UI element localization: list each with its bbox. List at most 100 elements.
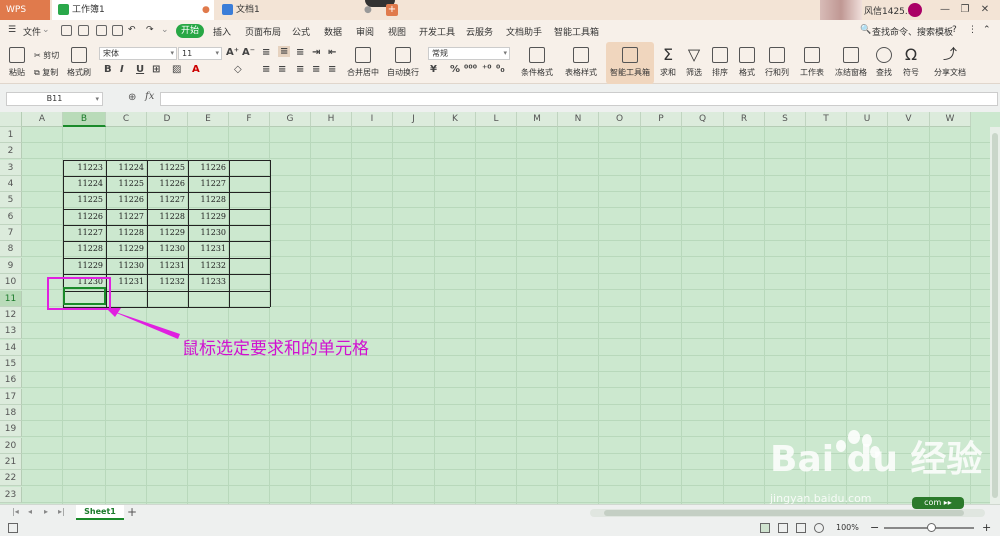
rows-cols-button[interactable]: 行和列 (762, 42, 792, 84)
menu-developer[interactable]: 开发工具 (419, 25, 455, 38)
next-sheet-icon[interactable]: ▸ (44, 507, 48, 516)
print-preview-icon[interactable] (112, 25, 123, 36)
eye-protection-icon[interactable] (814, 523, 824, 533)
symbol-button[interactable]: Ω 符号 (898, 42, 924, 84)
last-sheet-icon[interactable]: ▸| (58, 507, 65, 516)
vertical-scrollbar[interactable] (990, 127, 1000, 504)
decrease-font-icon[interactable]: A⁻ (242, 47, 255, 58)
copy-button[interactable]: ⧉ 复制 (34, 67, 58, 78)
menu-file[interactable]: 文件 (23, 25, 41, 38)
menu-view[interactable]: 视图 (388, 25, 406, 38)
smart-toolbox-button[interactable]: 智能工具箱 (606, 42, 654, 84)
add-sheet-button[interactable]: + (127, 505, 137, 519)
zoom-level[interactable]: 100% (836, 523, 859, 532)
font-color-icon[interactable]: A (192, 64, 200, 75)
fx-icon[interactable]: fx (145, 91, 154, 102)
align-left-icon[interactable]: ≡ (262, 64, 270, 75)
zoom-slider-knob[interactable] (927, 523, 936, 532)
font-size-select[interactable]: 11 ▾ (178, 47, 222, 60)
macro-icon[interactable] (8, 523, 18, 533)
menu-smart-toolbox[interactable]: 智能工具箱 (554, 25, 599, 38)
decrease-decimal-icon[interactable]: ⁰₀ (496, 64, 505, 75)
fill-color-icon[interactable]: ▨ (172, 64, 181, 75)
new-tab-button[interactable]: + (386, 4, 398, 16)
freeze-panes-button[interactable]: 冻结窗格 (832, 42, 870, 84)
menu-data[interactable]: 数据 (324, 25, 342, 38)
align-middle-icon[interactable]: ≡ (278, 46, 291, 57)
first-sheet-icon[interactable]: |◂ (12, 507, 19, 516)
chevron-down-icon[interactable]: ⌄ (42, 25, 50, 35)
hamburger-icon[interactable]: ☰ (8, 25, 16, 35)
sort-button[interactable]: 排序 (708, 42, 732, 84)
menu-formula[interactable]: 公式 (292, 25, 310, 38)
conditional-format-button[interactable]: 条件格式 (516, 42, 558, 84)
align-top-icon[interactable]: ≡ (262, 47, 270, 58)
sum-button[interactable]: Σ 求和 (656, 42, 680, 84)
outdent-icon[interactable]: ⇤ (328, 47, 336, 58)
collapse-ribbon-icon[interactable]: ⌃ (983, 25, 991, 35)
paste-button[interactable]: 粘贴 (4, 42, 30, 84)
help-icon[interactable]: ? (952, 25, 957, 35)
auto-wrap-button[interactable]: 自动换行 (386, 42, 420, 84)
border-icon[interactable]: ⊞ (152, 64, 160, 75)
table-style-button[interactable]: 表格样式 (560, 42, 602, 84)
font-name-select[interactable]: 宋体 ▾ (99, 47, 177, 60)
distributed-icon[interactable]: ≡ (328, 64, 336, 75)
redo-icon[interactable]: ↷ (146, 25, 154, 35)
worksheet-button[interactable]: 工作表 (796, 42, 828, 84)
cut-button[interactable]: ✂ 剪切 (34, 50, 59, 61)
thousands-icon[interactable]: ⁰⁰⁰ (464, 64, 477, 75)
indent-icon[interactable]: ⇥ (312, 47, 320, 58)
clear-icon[interactable]: ◇ (234, 64, 242, 75)
sheet-tab-sheet1[interactable]: Sheet1 (76, 505, 124, 520)
zoom-in-button[interactable]: + (982, 521, 991, 534)
zoom-out-button[interactable]: − (870, 521, 879, 534)
prev-sheet-icon[interactable]: ◂ (28, 507, 32, 516)
zoom-lens-icon[interactable]: ⊕ (128, 92, 136, 103)
currency-icon[interactable]: ¥ (430, 64, 437, 75)
formula-input[interactable] (160, 92, 998, 106)
search-icon[interactable]: 🔍 (860, 25, 871, 35)
menu-page-layout[interactable]: 页面布局 (245, 25, 281, 38)
menu-review[interactable]: 审阅 (356, 25, 374, 38)
align-bottom-icon[interactable]: ≡ (296, 47, 304, 58)
share-button[interactable]: ⤴ 分享文档 (930, 42, 970, 84)
minimize-icon[interactable]: — (938, 4, 952, 16)
tab-document[interactable]: 文档1 ● (216, 0, 376, 20)
command-search[interactable]: 查找命令、搜索模板 (872, 25, 953, 38)
format-button[interactable]: 格式 (734, 42, 760, 84)
horizontal-scrollbar[interactable] (590, 509, 985, 517)
italic-button[interactable]: I (120, 64, 124, 75)
page-layout-view-icon[interactable] (778, 523, 788, 533)
spreadsheet-grid[interactable]: ABCDEFGHIJKLMNOPQRSTUVW 1 2 3 4 5 6 7 8 9 10 11 12 1… (0, 112, 1000, 504)
restore-icon[interactable]: ❐ (958, 4, 972, 16)
wps-logo-tab[interactable]: WPS (0, 0, 50, 20)
format-painter-button[interactable]: 格式刷 (64, 42, 94, 84)
user-avatar[interactable] (908, 3, 922, 17)
export-icon[interactable] (78, 25, 89, 36)
name-box[interactable]: B11 ▾ (6, 92, 103, 106)
align-center-icon[interactable]: ≡ (278, 64, 286, 75)
more-icon[interactable]: ⋮ (968, 25, 977, 35)
find-button[interactable]: 查找 (872, 42, 896, 84)
underline-button[interactable]: U (136, 64, 144, 75)
bold-button[interactable]: B (104, 64, 112, 75)
justify-icon[interactable]: ≡ (312, 64, 320, 75)
increase-font-icon[interactable]: A⁺ (226, 47, 239, 58)
merge-center-button[interactable]: 合并居中 (344, 42, 382, 84)
number-format-select[interactable]: 常规 ▾ (428, 47, 510, 60)
menu-cloud[interactable]: 云服务 (466, 25, 493, 38)
save-icon[interactable] (61, 25, 72, 36)
menu-start[interactable]: 开始 (176, 24, 204, 38)
close-icon[interactable]: ✕ (978, 4, 992, 16)
vertical-scroll-thumb[interactable] (992, 133, 998, 498)
percent-icon[interactable]: % (450, 64, 460, 75)
page-break-view-icon[interactable] (796, 523, 806, 533)
print-icon[interactable] (96, 25, 107, 36)
horizontal-scroll-thumb[interactable] (604, 510, 964, 516)
increase-decimal-icon[interactable]: ⁺⁰ (482, 64, 492, 75)
undo-icon[interactable]: ↶ (128, 25, 136, 35)
chevron-down-icon[interactable]: ⌄ (161, 25, 169, 35)
menu-insert[interactable]: 插入 (213, 25, 231, 38)
filter-button[interactable]: ▽ 筛选 (682, 42, 706, 84)
